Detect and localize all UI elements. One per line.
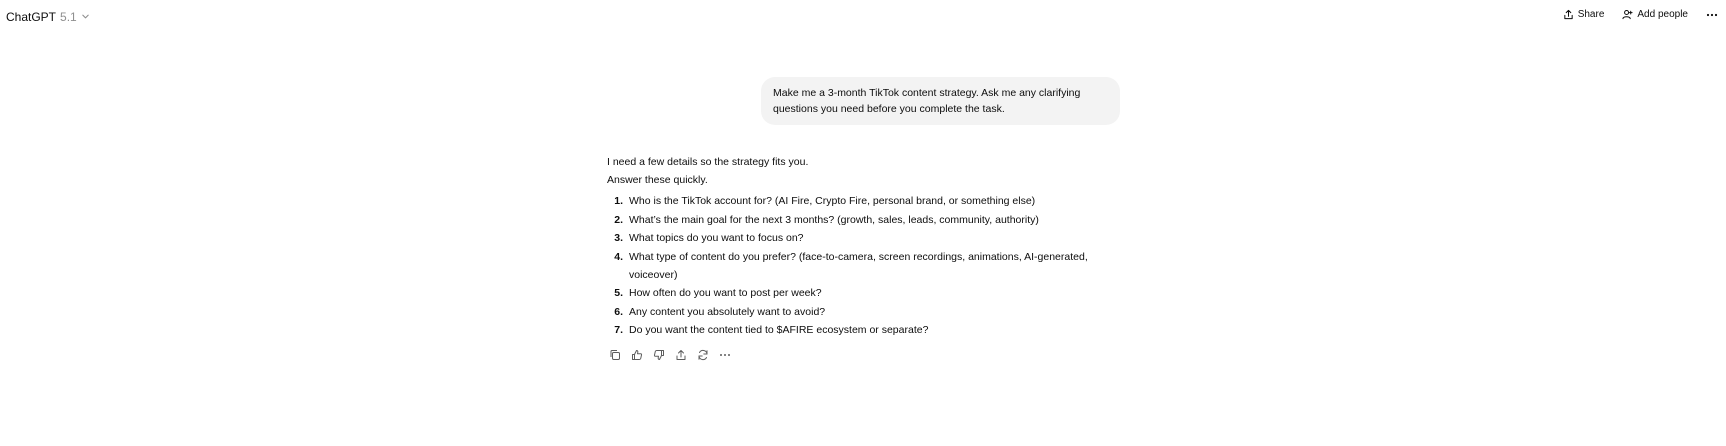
assistant-intro-line-2: Answer these quickly. [607, 174, 708, 186]
more-icon[interactable] [718, 348, 732, 362]
message-actions [608, 348, 732, 362]
model-version: 5.1 [60, 10, 77, 24]
question-number: 7. [614, 324, 623, 336]
question-item: 3. What topics do you want to focus on? [607, 229, 1107, 247]
assistant-intro-line-1: I need a few details so the strategy fit… [607, 156, 809, 168]
thumbs-up-icon[interactable] [630, 348, 644, 362]
question-number: 4. [614, 250, 623, 263]
question-number: 6. [614, 305, 623, 318]
share-label: Share [1577, 9, 1605, 20]
user-message-bubble: Make me a 3-month TikTok content strateg… [761, 77, 1120, 125]
more-options-button[interactable] [1706, 13, 1718, 17]
questions-list: 1. Who is the TikTok account for? (AI Fir… [607, 192, 1107, 339]
question-item: 7. Do you want the content tied to $AFIRE… [607, 321, 1107, 339]
question-text: Any content you absolutely want to avoid… [629, 305, 826, 318]
model-name: ChatGPT [6, 10, 57, 24]
thumbs-down-icon[interactable] [652, 348, 666, 362]
regenerate-icon[interactable] [696, 348, 710, 362]
share-icon [1563, 9, 1574, 20]
question-text: What topics do you want to focus on? [629, 232, 804, 244]
question-text: Do you want the content tied to $AFIRE e… [629, 324, 929, 336]
question-item: 1. Who is the TikTok account for? (AI Fir… [607, 192, 1107, 210]
question-item: 6. Any content you absolutely want to avo… [607, 303, 1107, 321]
assistant-message: I need a few details so the strategy fit… [607, 153, 1107, 340]
model-switcher[interactable]: ChatGPT 5.1 [6, 10, 90, 24]
add-people-button[interactable]: Add people [1622, 9, 1688, 20]
question-number: 2. [614, 213, 623, 226]
question-text: What type of content do you prefer? (fac… [629, 250, 1088, 281]
question-number: 1. [614, 195, 623, 207]
question-text: Who is the TikTok account for? (AI Fire,… [629, 195, 1036, 207]
question-item: 2. What’s the main goal for the next 3 mo… [607, 211, 1107, 229]
add-people-label: Add people [1637, 9, 1688, 20]
share-icon[interactable] [674, 348, 688, 362]
user-message-text: Make me a 3-month TikTok content strateg… [773, 87, 1081, 115]
question-text: What’s the main goal for the next 3 mont… [629, 213, 1039, 226]
add-person-icon [1622, 9, 1633, 20]
more-icon [1706, 13, 1718, 17]
copy-icon[interactable] [608, 348, 622, 362]
question-text: How often do you want to post per week? [629, 287, 822, 299]
share-button[interactable]: Share [1563, 9, 1605, 20]
top-bar: ChatGPT 5.1 Share Add people [0, 0, 1726, 36]
question-item: 5. How often do you want to post per week… [607, 284, 1107, 302]
header-actions: Share Add people [1563, 9, 1718, 20]
chevron-down-icon [81, 10, 90, 24]
question-number: 5. [614, 287, 623, 299]
question-item: 4. What type of content do you prefer? (f… [607, 248, 1107, 284]
question-number: 3. [614, 232, 623, 244]
